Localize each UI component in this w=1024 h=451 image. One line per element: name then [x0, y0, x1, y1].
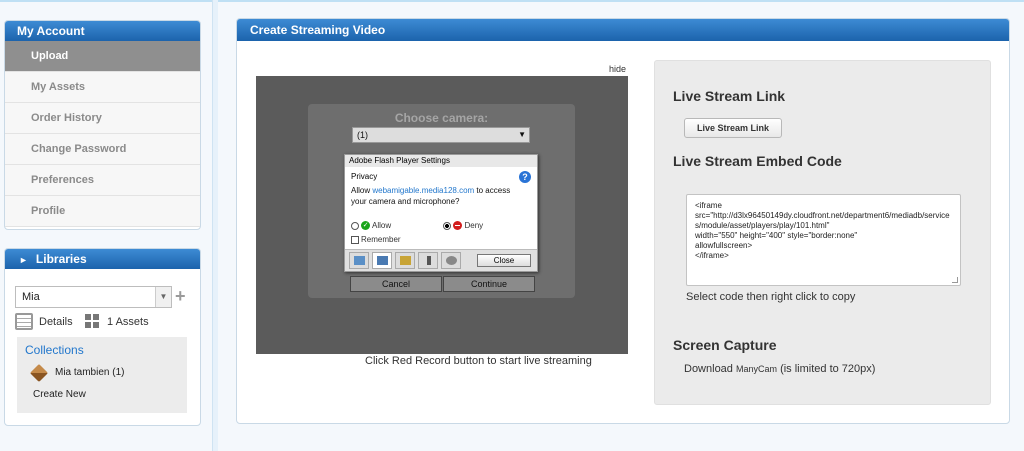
remember-option[interactable]: Remember: [351, 235, 401, 244]
my-account-panel: My Account Upload My Assets Order Histor…: [4, 20, 201, 230]
collection-item[interactable]: Mia tambien (1): [55, 367, 124, 378]
book-icon[interactable]: [15, 313, 33, 330]
video-player[interactable]: Choose camera: (1) ▼ Adobe Flash Player …: [256, 76, 628, 354]
allow-deny-row: ✓ Allow Deny: [351, 221, 531, 233]
privacy-text-pre: Allow: [351, 186, 373, 195]
embed-code-text: <iframe src="http://d3lx96450149dy.cloud…: [695, 201, 950, 260]
allow-radio[interactable]: [351, 221, 359, 230]
sidebar-item-my-assets[interactable]: My Assets: [5, 72, 200, 103]
add-library-icon[interactable]: +: [175, 286, 186, 306]
collections-title[interactable]: Collections: [25, 343, 84, 357]
sidebar-item-order-history[interactable]: Order History: [5, 103, 200, 134]
download-label: Download: [684, 363, 733, 375]
assets-count[interactable]: 1 Assets: [107, 316, 149, 328]
resize-grip-icon[interactable]: [952, 277, 958, 283]
deny-label: Deny: [464, 221, 484, 230]
create-new-link[interactable]: Create New: [33, 389, 86, 400]
check-icon: ✓: [361, 221, 371, 231]
flash-settings-title: Adobe Flash Player Settings: [345, 155, 537, 167]
remember-checkbox[interactable]: [351, 235, 359, 244]
camera-tab-icon[interactable]: [441, 252, 461, 269]
camera-select-value: (1): [357, 130, 368, 140]
live-stream-link-button[interactable]: Live Stream Link: [684, 118, 782, 138]
hide-link[interactable]: hide: [609, 64, 626, 74]
download-line: Download ManyCam (is limited to 720px): [684, 363, 875, 375]
microphone-tab-icon[interactable]: [418, 252, 438, 269]
live-stream-link-heading: Live Stream Link: [673, 88, 786, 104]
flash-settings-dialog: Adobe Flash Player Settings Privacy ? Al…: [344, 154, 538, 272]
page-title: Create Streaming Video: [237, 19, 1009, 41]
libraries-title: Libraries: [35, 252, 87, 266]
library-select[interactable]: Mia ▼: [15, 286, 172, 308]
my-account-title: My Account: [5, 21, 200, 41]
allow-label: Allow: [372, 221, 392, 230]
sidebar-item-upload[interactable]: Upload: [5, 41, 200, 72]
collections-box: Collections Mia tambien (1) Create New: [17, 337, 187, 413]
libraries-header[interactable]: ► Libraries: [5, 249, 200, 269]
stream-info-panel: Live Stream Link Live Stream Link Live S…: [654, 60, 991, 405]
triangle-right-icon: ►: [19, 255, 28, 265]
chevron-down-icon: ▼: [155, 287, 171, 307]
cube-icon: [29, 363, 49, 383]
top-border: [0, 0, 1024, 2]
sidebar-divider: [212, 0, 218, 451]
camera-select[interactable]: (1) ▼: [352, 127, 530, 143]
grid-icon[interactable]: [85, 314, 100, 329]
flash-close-button[interactable]: Close: [477, 254, 531, 267]
allow-option[interactable]: ✓ Allow: [351, 221, 392, 231]
sidebar-item-change-password[interactable]: Change Password: [5, 134, 200, 165]
help-icon[interactable]: ?: [519, 171, 531, 183]
privacy-domain-link: webamigable.media128.com: [372, 186, 475, 195]
display-tab-icon[interactable]: [349, 252, 369, 269]
remember-label: Remember: [361, 235, 401, 244]
choose-camera-label: Choose camera:: [394, 111, 489, 125]
library-select-value: Mia: [22, 291, 40, 303]
privacy-text: Allow webamigable.media128.com to access…: [351, 185, 521, 207]
sidebar-item-profile[interactable]: Profile: [5, 196, 200, 227]
create-streaming-panel: Create Streaming Video hide Choose camer…: [236, 18, 1010, 424]
flash-settings-tabs: Close: [345, 249, 537, 271]
screen-capture-heading: Screen Capture: [673, 337, 777, 353]
embed-code-textarea[interactable]: <iframe src="http://d3lx96450149dy.cloud…: [686, 194, 961, 286]
download-note: (is limited to 720px): [780, 363, 876, 375]
continue-button[interactable]: Continue: [443, 276, 535, 292]
manycam-link[interactable]: ManyCam: [736, 364, 777, 374]
copy-hint: Select code then right click to copy: [686, 291, 856, 303]
privacy-tab-icon[interactable]: [372, 252, 392, 269]
libraries-panel: ► Libraries Mia ▼ + Details 1 Assets Coll…: [4, 248, 201, 426]
storage-tab-icon[interactable]: [395, 252, 415, 269]
camera-dialog: Choose camera: (1) ▼ Adobe Flash Player …: [308, 104, 575, 298]
cancel-button[interactable]: Cancel: [350, 276, 442, 292]
video-caption: Click Red Record button to start live st…: [365, 355, 592, 367]
deny-option[interactable]: Deny: [443, 221, 484, 231]
chevron-down-icon: ▼: [518, 130, 526, 139]
embed-code-heading: Live Stream Embed Code: [673, 153, 842, 169]
sidebar-item-preferences[interactable]: Preferences: [5, 165, 200, 196]
block-icon: [453, 221, 463, 231]
deny-radio[interactable]: [443, 221, 451, 230]
privacy-label: Privacy: [351, 172, 378, 181]
details-link[interactable]: Details: [39, 316, 73, 328]
